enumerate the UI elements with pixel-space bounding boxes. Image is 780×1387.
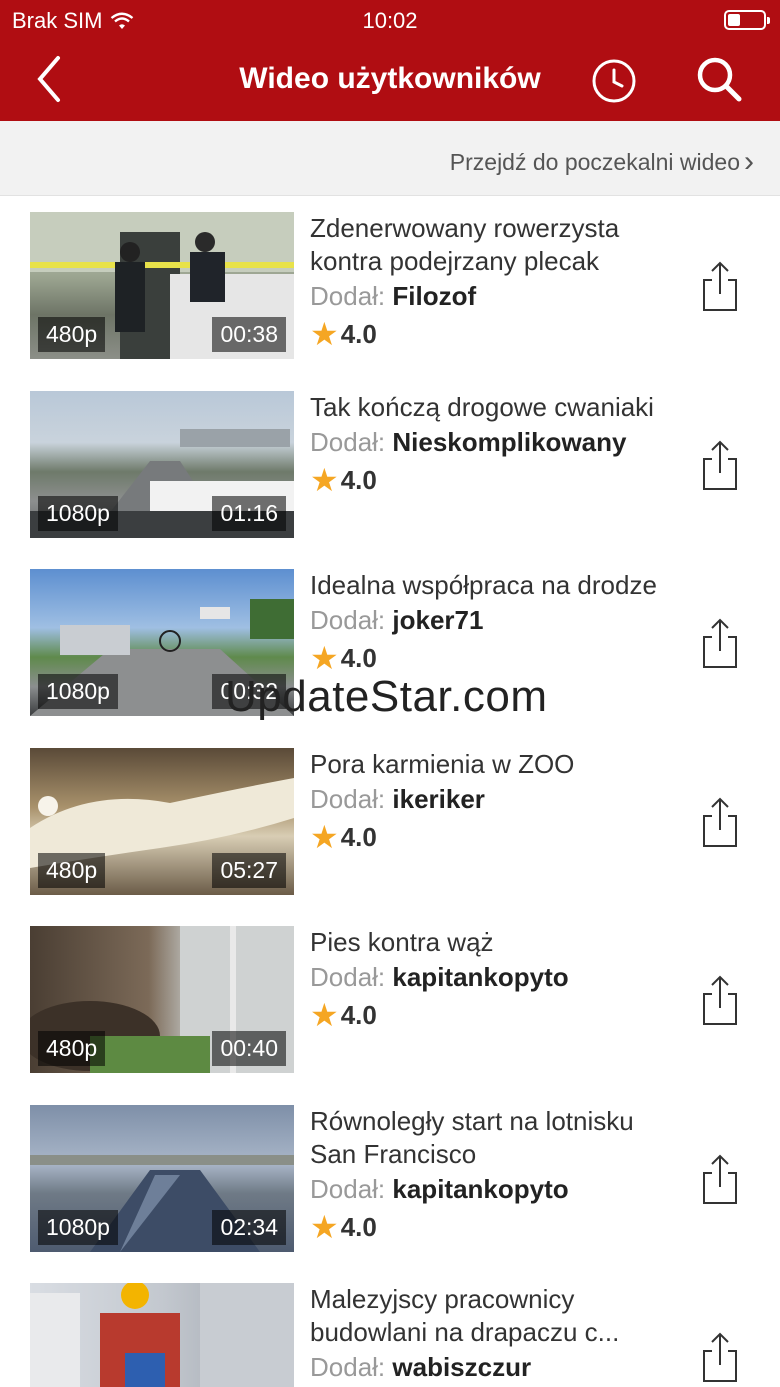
video-title[interactable]: Zdenerwowany rowerzysta kontra podejrzan… [310, 212, 680, 278]
quality-badge: 1080p [38, 1209, 118, 1245]
waiting-room-bar: Przejdź do poczekalni wideo › [0, 121, 780, 196]
author-name[interactable]: kapitankopyto [392, 1174, 568, 1204]
status-bar: Brak SIM 10:02 [0, 0, 780, 40]
video-thumbnail[interactable]: 480p 00:40 [30, 926, 294, 1073]
author-name[interactable]: kapitankopyto [392, 962, 568, 992]
duration-badge: 01:16 [212, 495, 286, 531]
watermark: UpdateStar.com [225, 672, 548, 721]
search-icon[interactable] [694, 54, 744, 104]
video-author: Dodał: ikeriker [310, 781, 680, 817]
duration-badge: 00:38 [212, 317, 286, 352]
video-item[interactable]: 1080p 02:34 Równoległy start na lotnisku… [0, 1089, 780, 1268]
video-info: Pora karmienia w ZOO Dodał: ikeriker ★ 4.… [310, 748, 680, 857]
star-icon: ★ [310, 997, 339, 1033]
author-name[interactable]: joker71 [392, 605, 483, 635]
video-thumbnail[interactable]: 1080p 01:16 [30, 390, 294, 538]
share-icon[interactable] [700, 439, 740, 491]
author-name[interactable]: ikeriker [392, 784, 485, 814]
waiting-room-label: Przejdź do poczekalni wideo [449, 148, 740, 175]
quality-badge: 480p [38, 852, 106, 888]
video-rating: ★ 4.0 [310, 1207, 680, 1247]
video-title[interactable]: Równoległy start na lotnisku San Francis… [310, 1105, 680, 1171]
share-icon[interactable] [700, 796, 740, 848]
quality-badge: 1080p [38, 674, 118, 709]
video-list: 480p 00:38 Zdenerwowany rowerzysta kontr… [0, 196, 780, 1387]
quality-badge: 480p [38, 1031, 106, 1066]
added-by-label: Dodał: [310, 962, 386, 992]
share-icon[interactable] [700, 617, 740, 669]
page-title: Wideo użytkowników [239, 62, 541, 95]
video-author: Dodał: joker71 [310, 602, 680, 638]
video-info: Tak kończą drogowe cwaniaki Dodał: Niesk… [310, 391, 680, 500]
video-author: Dodał: wabiszczur [310, 1349, 680, 1385]
added-by-label: Dodał: [310, 783, 386, 814]
video-rating: ★ 4.0 [310, 314, 680, 354]
clock-icon[interactable] [590, 56, 638, 104]
clock-time: 10:02 [362, 8, 418, 33]
video-item[interactable]: 1080p 01:16 Tak kończą drogowe cwaniaki … [0, 375, 780, 554]
share-icon[interactable] [700, 260, 740, 312]
video-rating: ★ 4.0 [310, 460, 680, 500]
rating-value: 4.0 [340, 319, 377, 349]
video-title[interactable]: Tak kończą drogowe cwaniaki [310, 391, 680, 424]
share-icon[interactable] [700, 1331, 740, 1383]
video-item[interactable]: 480p 00:40 Pies kontra wąż Dodał: kapita… [0, 910, 780, 1089]
battery-icon [724, 10, 770, 30]
share-icon[interactable] [700, 1153, 740, 1205]
video-title[interactable]: Pies kontra wąż [310, 926, 680, 959]
added-by-label: Dodał: [310, 1173, 386, 1204]
added-by-label: Dodał: [310, 605, 386, 635]
video-author: Dodał: kapitankopyto [310, 1171, 680, 1207]
video-title[interactable]: Idealna współpraca na drodze [310, 569, 680, 602]
video-author: Dodał: Nieskomplikowany [310, 424, 680, 460]
top-bar: Brak SIM 10:02 Wideo użytkowników [0, 0, 780, 121]
video-item[interactable]: 480p 05:27 Pora karmienia w ZOO Dodał: i… [0, 732, 780, 911]
rating-value: 4.0 [340, 1000, 377, 1030]
video-info: Idealna współpraca na drodze Dodał: joke… [310, 569, 680, 678]
added-by-label: Dodał: [310, 1352, 386, 1382]
star-icon: ★ [310, 818, 339, 855]
added-by-label: Dodał: [310, 281, 386, 311]
video-item[interactable]: 480p 00:38 Zdenerwowany rowerzysta kontr… [0, 196, 780, 375]
video-thumbnail[interactable]: 1080p 02:34 [30, 1104, 294, 1252]
share-icon[interactable] [700, 974, 740, 1026]
added-by-label: Dodał: [310, 426, 386, 457]
video-item[interactable]: Malezyjscy pracownicy budowlani na drapa… [0, 1267, 780, 1387]
duration-badge: 00:40 [212, 1031, 286, 1066]
video-author: Dodał: Filozof [310, 278, 680, 314]
star-icon: ★ [310, 461, 339, 498]
nav-bar: Wideo użytkowników [0, 40, 780, 120]
video-info: Pies kontra wąż Dodał: kapitankopyto ★ 4.… [310, 926, 680, 1035]
video-rating: ★ 4.0 [310, 995, 680, 1035]
video-rating: ★ 4.0 [310, 817, 680, 857]
quality-badge: 480p [38, 317, 106, 352]
waiting-room-link[interactable]: Przejdź do poczekalni wideo › [450, 145, 754, 179]
author-name[interactable]: Nieskomplikowany [392, 427, 626, 457]
rating-value: 4.0 [340, 821, 377, 852]
quality-badge: 1080p [38, 495, 118, 531]
chevron-right-icon: › [744, 145, 754, 178]
star-icon: ★ [310, 316, 339, 352]
video-info: Malezyjscy pracownicy budowlani na drapa… [310, 1283, 680, 1385]
rating-value: 4.0 [340, 464, 377, 495]
video-info: Równoległy start na lotnisku San Francis… [310, 1105, 680, 1247]
video-title[interactable]: Malezyjscy pracownicy budowlani na drapa… [310, 1283, 680, 1349]
duration-badge: 02:34 [212, 1209, 286, 1245]
video-thumbnail[interactable] [30, 1283, 294, 1387]
rating-value: 4.0 [340, 1211, 377, 1242]
video-author: Dodał: kapitankopyto [310, 959, 680, 995]
duration-badge: 05:27 [212, 852, 286, 888]
star-icon: ★ [310, 1208, 339, 1245]
video-info: Zdenerwowany rowerzysta kontra podejrzan… [310, 212, 680, 354]
author-name[interactable]: wabiszczur [392, 1352, 531, 1382]
video-title[interactable]: Pora karmienia w ZOO [310, 748, 680, 781]
author-name[interactable]: Filozof [392, 281, 476, 311]
video-thumbnail[interactable]: 480p 05:27 [30, 747, 294, 895]
video-thumbnail[interactable]: 480p 00:38 [30, 212, 294, 359]
